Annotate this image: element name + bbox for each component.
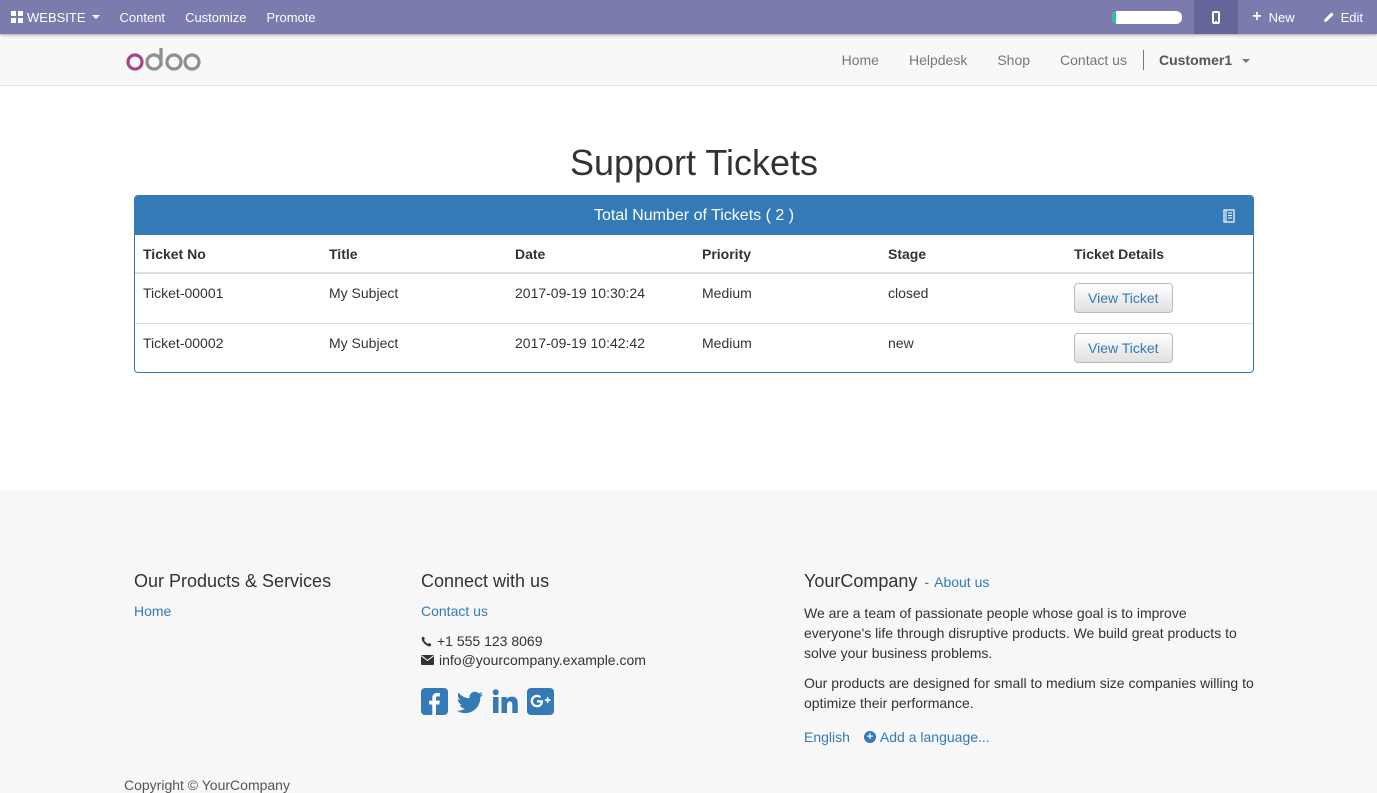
ticket-no-cell: Ticket-00001 — [143, 285, 224, 301]
date-cell: 2017-09-19 10:30:24 — [515, 285, 645, 301]
social-icons — [421, 688, 646, 715]
user-menu[interactable]: Customer1 — [1144, 52, 1265, 68]
edit-button[interactable]: Edit — [1309, 0, 1377, 34]
caret-down-icon — [1242, 58, 1250, 63]
company-name: YourCompany — [804, 571, 918, 591]
col-stage: Stage — [880, 235, 1066, 274]
odoo-logo[interactable] — [126, 45, 202, 76]
company-description-1: We are a team of passionate people whose… — [804, 605, 1237, 661]
plus-icon: + — [1252, 8, 1262, 25]
priority-cell: Medium — [694, 322, 880, 372]
twitter-icon[interactable] — [456, 688, 484, 715]
view-ticket-button[interactable]: View Ticket — [1074, 332, 1173, 363]
ticket-count-label: Total Number of Tickets ( 2 ) — [593, 206, 795, 224]
nav-shop[interactable]: Shop — [982, 52, 1045, 68]
website-menu-label: WEBSITE — [27, 9, 86, 25]
phone-icon — [421, 636, 432, 647]
email-address: info@yourcompany.example.com — [439, 652, 646, 668]
phone-number: +1 555 123 8069 — [437, 633, 543, 649]
company-heading: YourCompany - About us — [804, 571, 1254, 592]
col-date: Date — [507, 235, 694, 274]
panel-heading: Total Number of Tickets ( 2 ) — [135, 196, 1253, 235]
about-us-link[interactable]: About us — [934, 574, 989, 590]
col-priority: Priority — [694, 235, 880, 274]
new-button-label: New — [1268, 9, 1295, 25]
footer-connect: Connect with us Contact us +1 555 123 80… — [421, 571, 646, 715]
site-header: Home Helpdesk Shop Contact us Customer1 — [0, 34, 1377, 86]
admin-bar: WEBSITE Content Customize Promote + New … — [0, 0, 1377, 34]
phone-line: +1 555 123 8069 — [421, 633, 646, 649]
priority-cell: Medium — [702, 285, 752, 301]
linkedin-icon[interactable] — [492, 688, 519, 715]
page-title: Support Tickets — [569, 142, 819, 183]
details-cell: View Ticket — [1066, 322, 1253, 372]
plus-circle-icon: + — [863, 731, 876, 743]
new-button[interactable]: + New — [1238, 0, 1308, 34]
add-language-link[interactable]: + Add a language... — [863, 729, 990, 745]
table-row: Ticket-00001 My Subject 2017-09-19 10:30… — [135, 273, 1253, 323]
table-header-row: Ticket No Title Date Priority Stage Tick… — [135, 235, 1253, 274]
apps-grid-icon — [11, 11, 23, 23]
date-cell: 2017-09-19 10:42:42 — [507, 322, 694, 372]
col-title: Title — [321, 235, 507, 274]
user-name: Customer1 — [1158, 51, 1233, 68]
stage-cell: new — [880, 322, 1066, 372]
edit-button-label: Edit — [1340, 9, 1363, 25]
footer-contact-link[interactable]: Contact us — [421, 603, 488, 619]
tickets-panel: Total Number of Tickets ( 2 ) Ticket No … — [134, 195, 1254, 373]
view-ticket-button[interactable]: View Ticket — [1074, 283, 1173, 313]
google-plus-icon[interactable] — [527, 688, 554, 715]
caret-down-icon — [91, 15, 100, 19]
seo-progress-bar[interactable] — [1112, 10, 1183, 24]
footer-company: YourCompany - About us We are a team of … — [804, 571, 1254, 745]
language-selector: English + Add a language... — [804, 729, 1254, 745]
promote-menu[interactable]: Promote — [256, 0, 325, 34]
add-language-label: Add a language... — [879, 729, 990, 745]
footer: Our Products & Services Home Connect wit… — [0, 491, 1377, 793]
main-nav: Home Helpdesk Shop Contact us Customer1 — [827, 34, 1265, 85]
copyright: Copyright © YourCompany — [124, 777, 290, 793]
ticket-no-cell: Ticket-00002 — [135, 322, 321, 372]
pencil-icon — [1323, 11, 1335, 23]
title-cell: My Subject — [321, 322, 507, 372]
website-menu-button[interactable]: WEBSITE — [0, 0, 110, 34]
mobile-phone-icon — [1212, 10, 1221, 24]
connect-heading: Connect with us — [421, 571, 550, 591]
book-icon — [1223, 209, 1235, 228]
col-ticket-details: Ticket Details — [1066, 235, 1253, 274]
nav-contact-us[interactable]: Contact us — [1045, 52, 1142, 68]
heading-dash: - — [924, 574, 930, 590]
mobile-preview-button[interactable] — [1194, 0, 1239, 34]
email-line: info@yourcompany.example.com — [421, 652, 646, 668]
language-english[interactable]: English — [804, 729, 850, 745]
stage-cell: closed — [888, 285, 929, 301]
nav-home[interactable]: Home — [827, 52, 894, 68]
tickets-table: Ticket No Title Date Priority Stage Tick… — [135, 235, 1253, 372]
envelope-icon — [421, 655, 434, 665]
customize-menu[interactable]: Customize — [175, 0, 256, 34]
content-menu[interactable]: Content — [110, 0, 176, 34]
table-row: Ticket-00002 My Subject 2017-09-19 10:42… — [135, 322, 1253, 372]
col-ticket-no: Ticket No — [135, 235, 321, 274]
details-cell: View Ticket — [1066, 273, 1253, 323]
nav-helpdesk[interactable]: Helpdesk — [894, 52, 982, 68]
products-heading: Our Products & Services — [134, 571, 332, 591]
footer-products: Our Products & Services Home — [134, 571, 331, 619]
progress-fill — [1112, 10, 1116, 24]
company-description-2: Our products are designed for small to m… — [804, 675, 1254, 711]
footer-home-link[interactable]: Home — [134, 603, 171, 619]
title-cell: My Subject — [329, 285, 399, 301]
facebook-icon[interactable] — [421, 688, 448, 715]
